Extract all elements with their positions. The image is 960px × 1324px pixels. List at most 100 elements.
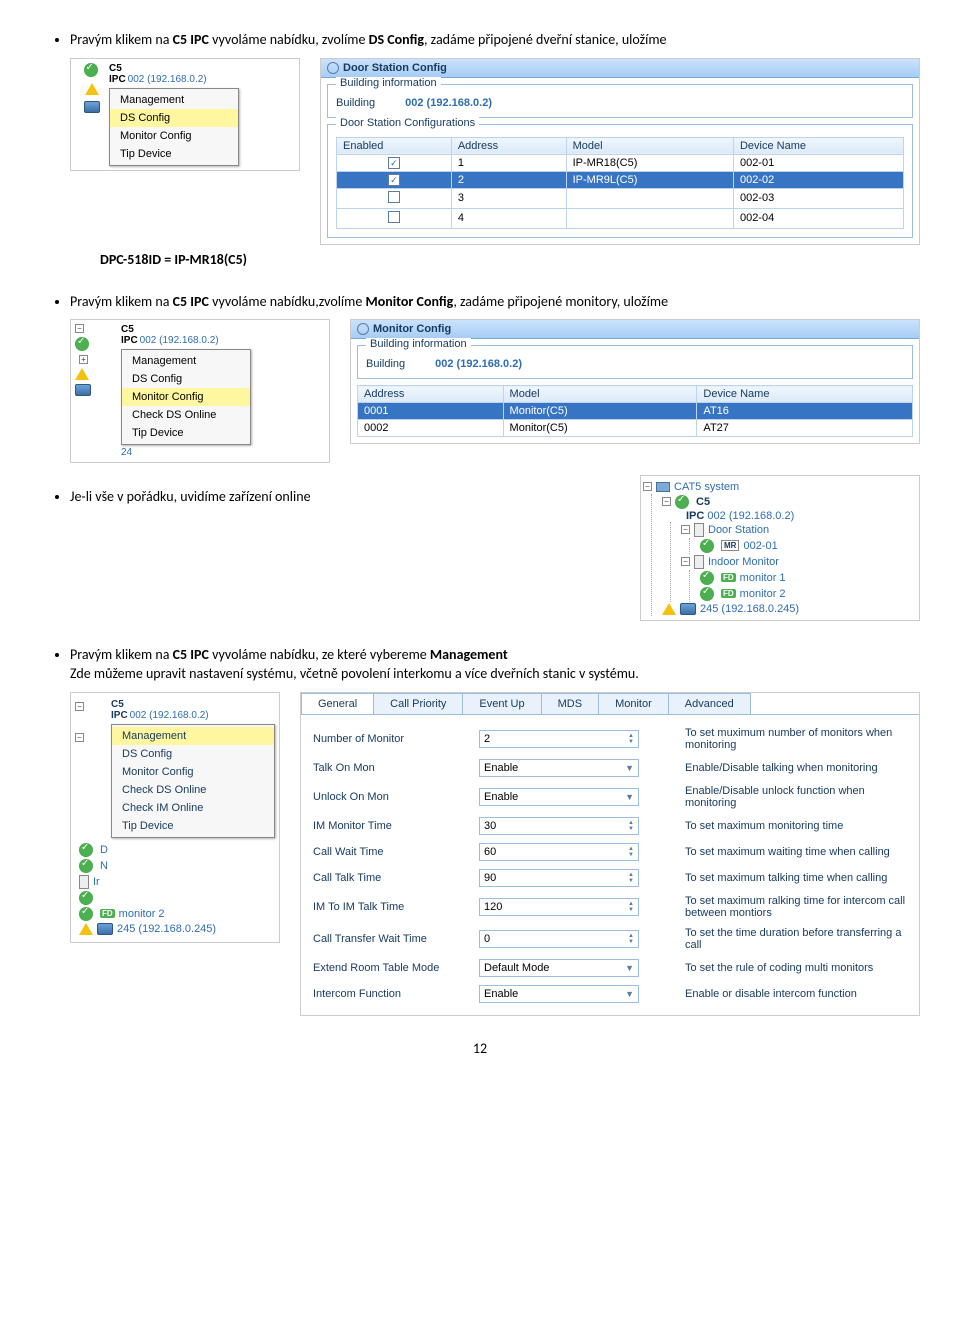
- menu-item-check-im-online[interactable]: Check IM Online: [112, 799, 274, 817]
- enabled-checkbox[interactable]: [388, 191, 400, 203]
- text: Management: [430, 646, 508, 663]
- input-extend-room-table-mode[interactable]: Default Mode▼: [479, 959, 639, 977]
- mr-id: 002-01: [743, 540, 777, 552]
- spin-down-icon[interactable]: ▼: [628, 852, 634, 858]
- spin-down-icon[interactable]: ▼: [628, 907, 634, 913]
- enabled-checkbox[interactable]: ✓: [388, 174, 400, 186]
- screenshot-monitor-config: Monitor Config Building information Buil…: [350, 319, 920, 444]
- ok-icon: [79, 891, 93, 905]
- fieldset-title: Building information: [336, 77, 441, 89]
- tree-bottom: 245 (192.168.0.245): [700, 603, 799, 615]
- col-model[interactable]: Model: [566, 137, 733, 154]
- col-device-name[interactable]: Device Name: [733, 137, 903, 154]
- col-model[interactable]: Model: [503, 386, 697, 403]
- menu-item-management[interactable]: Management: [110, 91, 238, 109]
- spin-down-icon[interactable]: ▼: [628, 826, 634, 832]
- tab-general[interactable]: General: [301, 693, 374, 714]
- menu-item-management[interactable]: Management: [122, 352, 250, 370]
- menu-item-ds-config[interactable]: DS Config: [112, 745, 274, 763]
- col-address[interactable]: Address: [358, 386, 504, 403]
- spin-down-icon[interactable]: ▼: [628, 739, 634, 745]
- fieldset-title: Door Station Configurations: [336, 117, 479, 129]
- tab-monitor[interactable]: Monitor: [598, 693, 669, 714]
- warning-icon: [85, 83, 99, 95]
- dropdown-caret-icon[interactable]: ▼: [625, 963, 634, 973]
- context-menu-1[interactable]: ManagementDS ConfigMonitor ConfigTip Dev…: [109, 88, 239, 166]
- input-intercom-function[interactable]: Enable▼: [479, 985, 639, 1003]
- tree-indoor: Indoor Monitor: [708, 556, 779, 568]
- ok-icon: [700, 539, 714, 553]
- form-hint: Enable or disable intercom function: [685, 988, 907, 1000]
- monitor-table[interactable]: AddressModelDevice Name0001Monitor(C5)AT…: [357, 385, 913, 437]
- ok-icon: [79, 859, 93, 873]
- menu-item-monitor-config[interactable]: Monitor Config: [122, 388, 250, 406]
- context-menu-3[interactable]: ManagementDS ConfigMonitor ConfigCheck D…: [111, 724, 275, 838]
- dropdown-caret-icon[interactable]: ▼: [625, 763, 634, 773]
- enabled-checkbox[interactable]: ✓: [388, 157, 400, 169]
- tab-mds[interactable]: MDS: [541, 693, 599, 714]
- input-im-monitor-time[interactable]: 30▲▼: [479, 817, 639, 835]
- form-label: Call Transfer Wait Time: [313, 933, 463, 945]
- input-talk-on-mon[interactable]: Enable▼: [479, 759, 639, 777]
- form-hint: To set maximum monitoring time: [685, 820, 907, 832]
- menu-item-tip-device[interactable]: Tip Device: [110, 145, 238, 163]
- col-address[interactable]: Address: [451, 137, 566, 154]
- dropdown-caret-icon[interactable]: ▼: [625, 989, 634, 999]
- form-hint: Enable/Disable unlock function when moni…: [685, 785, 907, 809]
- form-hint: To set maximum waiting time when calling: [685, 846, 907, 858]
- context-menu-2[interactable]: ManagementDS ConfigMonitor ConfigCheck D…: [121, 349, 251, 445]
- collapse-icon[interactable]: −: [75, 733, 84, 742]
- collapse-icon[interactable]: −: [681, 525, 690, 534]
- table-row[interactable]: ✓1IP-MR18(C5)002-01: [337, 154, 904, 171]
- ipc-node: C5: [109, 63, 239, 74]
- text: vyvoláme nabídku, ze které vybereme: [209, 646, 430, 663]
- table-row[interactable]: 3002-03: [337, 188, 904, 208]
- collapse-icon[interactable]: −: [75, 702, 84, 711]
- management-tabs[interactable]: GeneralCall PriorityEvent UpMDSMonitorAd…: [301, 693, 919, 715]
- title-text: Monitor Config: [373, 323, 451, 335]
- tab-event-up[interactable]: Event Up: [462, 693, 541, 714]
- menu-item-ds-config[interactable]: DS Config: [122, 370, 250, 388]
- menu-item-monitor-config[interactable]: Monitor Config: [112, 763, 274, 781]
- window-title: Door Station Config: [321, 59, 919, 78]
- col-enabled[interactable]: Enabled: [337, 137, 452, 154]
- table-row[interactable]: 4002-04: [337, 208, 904, 228]
- collapse-icon[interactable]: −: [75, 324, 84, 333]
- menu-item-ds-config[interactable]: DS Config: [110, 109, 238, 127]
- building-label: Building: [366, 358, 405, 370]
- table-row[interactable]: 0001Monitor(C5)AT16: [358, 403, 913, 420]
- menu-item-check-ds-online[interactable]: Check DS Online: [122, 406, 250, 424]
- input-call-wait-time[interactable]: 60▲▼: [479, 843, 639, 861]
- enabled-checkbox[interactable]: [388, 211, 400, 223]
- fd-badge: FD: [721, 589, 736, 598]
- spin-down-icon[interactable]: ▼: [628, 878, 634, 884]
- building-value: 002 (192.168.0.2): [435, 358, 522, 370]
- collapse-icon[interactable]: −: [643, 482, 652, 491]
- input-number-of-monitor[interactable]: 2▲▼: [479, 730, 639, 748]
- fieldset-title: Building information: [366, 338, 471, 350]
- collapse-icon[interactable]: −: [681, 557, 690, 566]
- spin-down-icon[interactable]: ▼: [628, 939, 634, 945]
- expand-icon[interactable]: +: [79, 355, 88, 364]
- monitor-icon: [79, 875, 89, 889]
- col-device-name[interactable]: Device Name: [697, 386, 913, 403]
- menu-item-monitor-config[interactable]: Monitor Config: [110, 127, 238, 145]
- menu-item-check-ds-online[interactable]: Check DS Online: [112, 781, 274, 799]
- form-label: IM To IM Talk Time: [313, 901, 463, 913]
- table-row[interactable]: ✓2IP-MR9L(C5)002-02: [337, 171, 904, 188]
- dpc-line: DPC-518ID = IP-MR18(C5): [100, 251, 920, 268]
- collapse-icon[interactable]: −: [662, 497, 671, 506]
- tab-call-priority[interactable]: Call Priority: [373, 693, 463, 714]
- tab-advanced[interactable]: Advanced: [668, 693, 751, 714]
- menu-item-tip-device[interactable]: Tip Device: [112, 817, 274, 835]
- input-call-transfer-wait-time[interactable]: 0▲▼: [479, 930, 639, 948]
- input-im-to-im-talk-time[interactable]: 120▲▼: [479, 898, 639, 916]
- table-row[interactable]: 0002Monitor(C5)AT27: [358, 420, 913, 437]
- input-call-talk-time[interactable]: 90▲▼: [479, 869, 639, 887]
- dropdown-caret-icon[interactable]: ▼: [625, 792, 634, 802]
- tree-mon2: monitor 2: [740, 588, 786, 600]
- menu-item-tip-device[interactable]: Tip Device: [122, 424, 250, 442]
- input-unlock-on-mon[interactable]: Enable▼: [479, 788, 639, 806]
- ds-table[interactable]: EnabledAddressModelDevice Name✓1IP-MR18(…: [336, 137, 904, 229]
- menu-item-management[interactable]: Management: [112, 727, 274, 745]
